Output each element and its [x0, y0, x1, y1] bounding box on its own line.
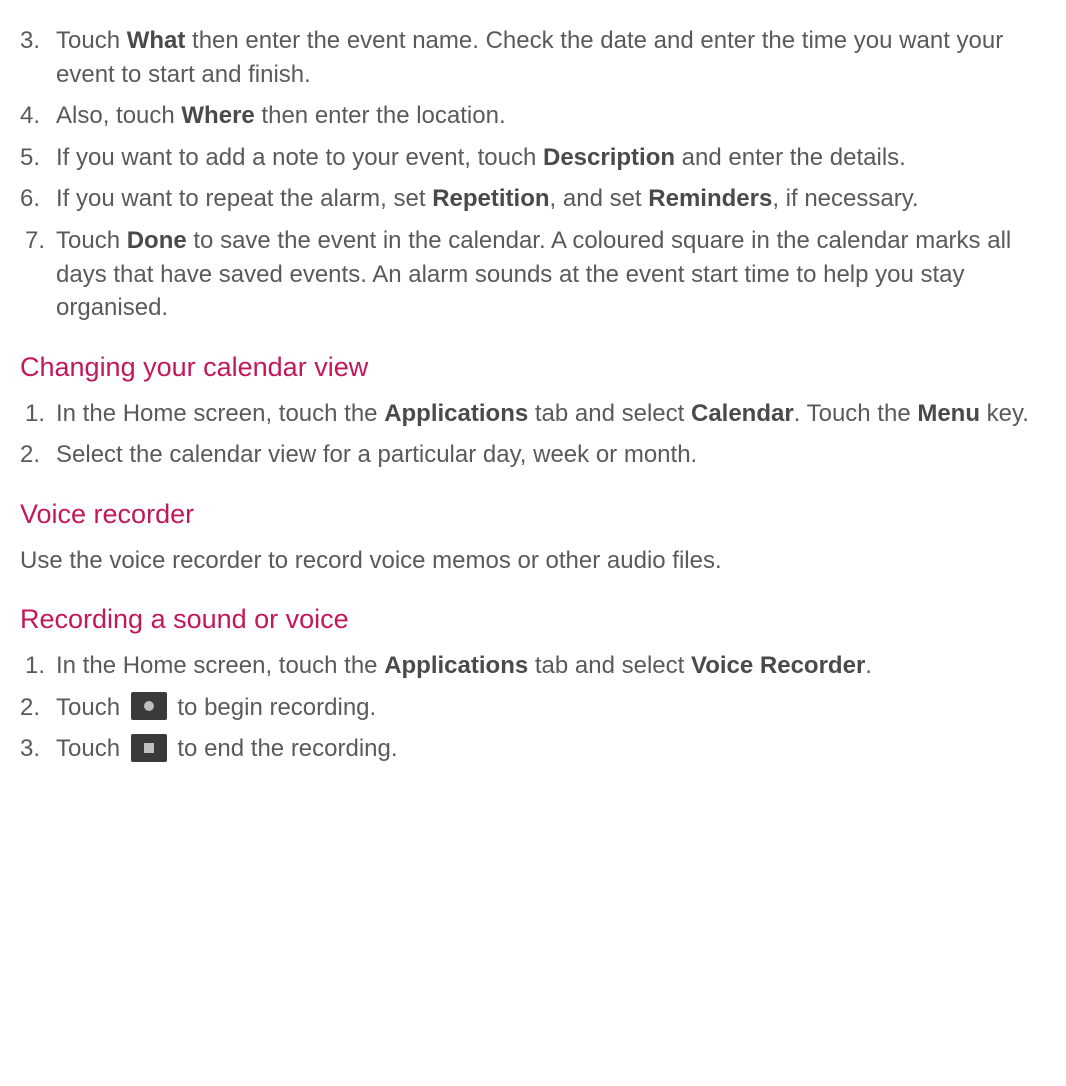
step-4: 4. Also, touch Where then enter the loca… — [20, 99, 1046, 133]
heading-changing-calendar-view: Changing your calendar view — [20, 349, 1046, 387]
step-number: 1. — [25, 649, 45, 683]
steps-list-recording: 1. In the Home screen, touch the Applica… — [20, 649, 1046, 766]
step-number: 7. — [25, 224, 45, 258]
step-3: 3. Touch What then enter the event name.… — [20, 24, 1046, 91]
step-text: If you want to add a note to your event,… — [56, 144, 906, 171]
step-3: 3. Touch to end the recording. — [20, 732, 1046, 766]
step-number: 6. — [20, 182, 40, 216]
steps-list-calendar-view: 1. In the Home screen, touch the Applica… — [20, 397, 1046, 472]
step-number: 2. — [20, 438, 40, 472]
step-text: In the Home screen, touch the Applicatio… — [56, 652, 872, 679]
step-number: 4. — [20, 99, 40, 133]
step-6: 6. If you want to repeat the alarm, set … — [20, 182, 1046, 216]
step-1: 1. In the Home screen, touch the Applica… — [20, 397, 1046, 431]
step-5: 5. If you want to add a note to your eve… — [20, 141, 1046, 175]
heading-recording-sound: Recording a sound or voice — [20, 601, 1046, 639]
voice-recorder-description: Use the voice recorder to record voice m… — [20, 544, 1046, 578]
step-2: 2. Touch to begin recording. — [20, 691, 1046, 725]
heading-voice-recorder: Voice recorder — [20, 496, 1046, 534]
step-text: Also, touch Where then enter the locatio… — [56, 102, 506, 129]
step-text: In the Home screen, touch the Applicatio… — [56, 400, 1029, 427]
stop-icon — [131, 734, 167, 762]
step-number: 5. — [20, 141, 40, 175]
step-text: Touch What then enter the event name. Ch… — [56, 27, 1003, 88]
step-number: 3. — [20, 24, 40, 58]
step-number: 2. — [20, 691, 40, 725]
step-text: Touch to begin recording. — [56, 694, 376, 721]
step-number: 1. — [25, 397, 45, 431]
record-icon — [131, 692, 167, 720]
step-text: Touch Done to save the event in the cale… — [56, 227, 1011, 321]
step-number: 3. — [20, 732, 40, 766]
step-7: 7. Touch Done to save the event in the c… — [20, 224, 1046, 325]
steps-list-continued: 3. Touch What then enter the event name.… — [20, 24, 1046, 325]
step-text: Select the calendar view for a particula… — [56, 441, 697, 468]
step-text: Touch to end the recording. — [56, 735, 398, 762]
step-1: 1. In the Home screen, touch the Applica… — [20, 649, 1046, 683]
step-2: 2. Select the calendar view for a partic… — [20, 438, 1046, 472]
step-text: If you want to repeat the alarm, set Rep… — [56, 185, 919, 212]
